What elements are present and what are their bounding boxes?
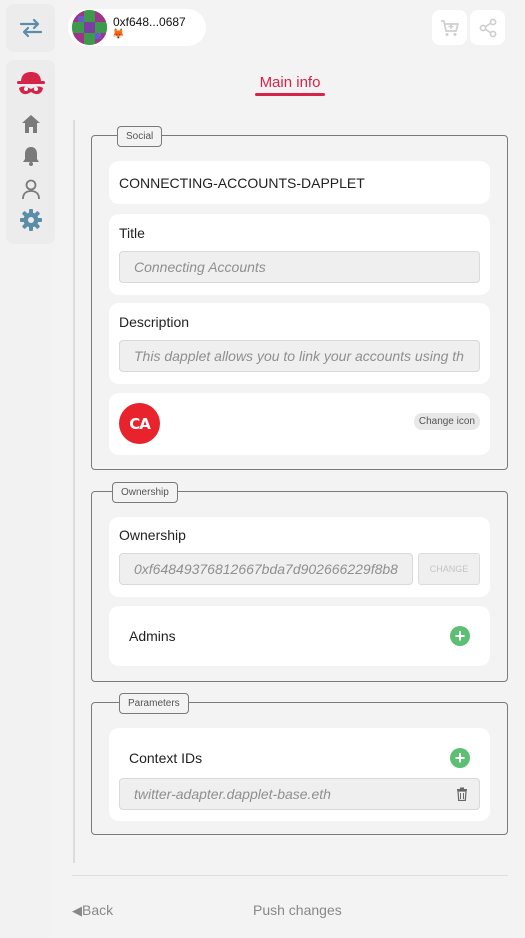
avatar	[72, 10, 107, 45]
dapplet-name: CONNECTING-ACCOUNTS-DAPPLET	[119, 175, 365, 191]
admins-label: Admins	[129, 628, 176, 644]
tab-main-info[interactable]: Main info	[255, 74, 325, 91]
dapplets-logo-icon[interactable]	[6, 70, 55, 100]
context-ids-label: Context IDs	[129, 750, 203, 766]
context-ids-card: Context IDs + twitter-adapter.dapplet-ba…	[109, 728, 490, 821]
dapplet-name-card: CONNECTING-ACCOUNTS-DAPPLET	[109, 161, 490, 204]
home-icon[interactable]	[6, 113, 55, 135]
parameters-legend: Parameters	[119, 693, 189, 714]
title-card: Title Connecting Accounts	[109, 214, 490, 295]
context-id-input[interactable]: twitter-adapter.dapplet-base.eth	[119, 778, 480, 810]
ownership-address-input[interactable]: 0xf64849376812667bda7d902666229f8b8	[119, 553, 413, 585]
account-pill[interactable]: 0xf648...0687 🦊	[68, 9, 206, 46]
title-label: Title	[119, 225, 145, 241]
trash-icon[interactable]	[456, 787, 468, 801]
add-admin-button[interactable]: +	[450, 626, 470, 646]
title-input[interactable]: Connecting Accounts	[119, 251, 480, 283]
swap-arrows-icon	[19, 18, 42, 38]
user-icon[interactable]	[6, 178, 55, 200]
share-icon	[479, 18, 496, 37]
push-changes-button[interactable]: Push changes	[253, 902, 342, 918]
footer-divider	[72, 875, 508, 876]
change-icon-button[interactable]: Change icon	[413, 413, 480, 430]
gear-icon[interactable]	[6, 209, 55, 231]
description-label: Description	[119, 314, 190, 330]
back-arrow-icon: ◀	[72, 903, 82, 918]
toggle-panel-button[interactable]	[6, 4, 55, 52]
account-address: 0xf648...0687	[113, 15, 186, 29]
change-owner-button[interactable]: CHANGE	[418, 553, 480, 585]
metamask-icon: 🦊	[112, 29, 125, 40]
description-input[interactable]: This dapplet allows you to link your acc…	[119, 340, 480, 372]
cart-button[interactable]	[432, 10, 467, 45]
tab-active-indicator	[255, 93, 325, 96]
admins-card: Admins +	[109, 606, 490, 666]
social-legend: Social	[117, 126, 163, 147]
ownership-card: Ownership 0xf64849376812667bda7d90266622…	[109, 517, 490, 597]
back-button[interactable]: ◀Back	[72, 902, 113, 919]
dapplet-icon: CA	[119, 403, 160, 444]
ownership-legend: Ownership	[112, 482, 178, 503]
ownership-label: Ownership	[119, 527, 186, 543]
share-button[interactable]	[470, 10, 505, 45]
add-context-id-button[interactable]: +	[450, 748, 470, 768]
bell-icon[interactable]	[6, 145, 55, 167]
divider	[73, 120, 75, 863]
description-card: Description This dapplet allows you to l…	[109, 303, 490, 384]
side-menu	[6, 60, 55, 244]
icon-card: CA Change icon	[109, 393, 490, 455]
cart-icon	[440, 19, 459, 36]
